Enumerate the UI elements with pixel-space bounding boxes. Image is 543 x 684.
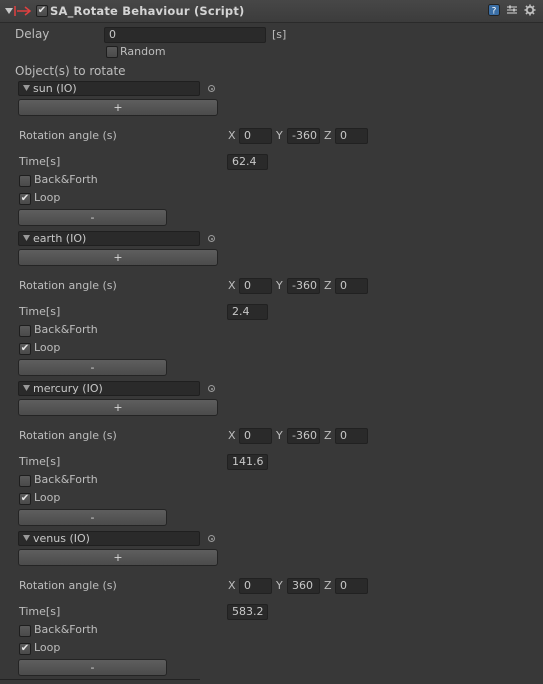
object-field-value: sun (IO) (33, 82, 77, 95)
loop-checkbox[interactable]: ✔ (19, 343, 31, 355)
object-field[interactable]: venus (IO) (18, 531, 200, 546)
presets-icon[interactable] (506, 4, 518, 16)
script-icon (14, 6, 32, 16)
gameobject-icon (23, 85, 30, 91)
gameobject-icon (23, 535, 30, 541)
loop-checkbox[interactable]: ✔ (19, 193, 31, 205)
rotation-angle-label: Rotation angle (s) (19, 579, 117, 592)
rotation-y-field[interactable]: -360 (287, 428, 320, 444)
object-field-value: venus (IO) (33, 532, 90, 545)
x-axis-label: X (228, 279, 236, 292)
gameobject-icon (23, 385, 30, 391)
back-and-forth-checkbox[interactable] (19, 325, 31, 337)
y-axis-label: Y (276, 279, 283, 292)
back-and-forth-checkbox[interactable] (19, 175, 31, 187)
rotation-y-field[interactable]: -360 (287, 128, 320, 144)
rotation-angle-label: Rotation angle (s) (19, 279, 117, 292)
back-and-forth-checkbox[interactable] (19, 475, 31, 487)
back-and-forth-label: Back&Forth (34, 323, 98, 336)
remove-object-button[interactable]: - (18, 509, 167, 526)
component-title: SA_Rotate Behaviour (Script) (50, 4, 245, 18)
rotation-angle-label: Rotation angle (s) (19, 129, 117, 142)
rotation-z-field[interactable]: 0 (335, 128, 368, 144)
z-axis-label: Z (324, 279, 332, 292)
gear-icon[interactable] (524, 4, 536, 16)
remove-object-button[interactable]: - (18, 659, 167, 676)
rotation-z-field[interactable]: 0 (335, 578, 368, 594)
object-picker-icon[interactable] (208, 85, 215, 92)
back-and-forth-checkbox[interactable] (19, 625, 31, 637)
rotation-x-field[interactable]: 0 (239, 128, 272, 144)
help-icon[interactable]: ? (488, 4, 500, 16)
time-field[interactable]: 2.4 (227, 304, 268, 320)
object-picker-icon[interactable] (208, 385, 215, 392)
objects-to-rotate-label: Object(s) to rotate (15, 64, 126, 78)
delay-field[interactable]: 0 (104, 27, 266, 43)
z-axis-label: Z (324, 579, 332, 592)
rotation-z-field[interactable]: 0 (335, 428, 368, 444)
x-axis-label: X (228, 579, 236, 592)
delay-unit: [s] (272, 28, 287, 41)
object-field[interactable]: earth (IO) (18, 231, 200, 246)
remove-object-button[interactable]: - (18, 209, 167, 226)
add-object-button[interactable]: + (18, 99, 218, 116)
add-object-button[interactable]: + (18, 249, 218, 266)
loop-label: Loop (34, 341, 61, 354)
y-axis-label: Y (276, 579, 283, 592)
add-object-button[interactable]: + (18, 549, 218, 566)
add-object-button[interactable]: + (18, 399, 218, 416)
rotation-x-field[interactable]: 0 (239, 428, 272, 444)
loop-label: Loop (34, 491, 61, 504)
loop-label: Loop (34, 191, 61, 204)
rotation-z-field[interactable]: 0 (335, 278, 368, 294)
object-field[interactable]: sun (IO) (18, 81, 200, 96)
gameobject-icon (23, 235, 30, 241)
back-and-forth-label: Back&Forth (34, 173, 98, 186)
foldout-arrow-icon[interactable] (5, 8, 13, 14)
time-label: Time[s] (19, 455, 61, 468)
rotation-x-field[interactable]: 0 (239, 578, 272, 594)
rotation-angle-label: Rotation angle (s) (19, 429, 117, 442)
x-axis-label: X (228, 429, 236, 442)
svg-text:?: ? (492, 7, 497, 17)
object-field-value: mercury (IO) (33, 382, 103, 395)
y-axis-label: Y (276, 429, 283, 442)
time-label: Time[s] (19, 155, 61, 168)
z-axis-label: Z (324, 129, 332, 142)
object-field-value: earth (IO) (33, 232, 87, 245)
time-label: Time[s] (19, 305, 61, 318)
random-checkbox[interactable] (106, 46, 118, 58)
rotation-y-field[interactable]: -360 (287, 278, 320, 294)
time-field[interactable]: 141.6 (227, 454, 268, 470)
next-object-field-edge (0, 679, 200, 684)
object-field[interactable]: mercury (IO) (18, 381, 200, 396)
object-picker-icon[interactable] (208, 535, 215, 542)
y-axis-label: Y (276, 129, 283, 142)
rotation-y-field[interactable]: 360 (287, 578, 320, 594)
remove-object-button[interactable]: - (18, 359, 167, 376)
back-and-forth-label: Back&Forth (34, 623, 98, 636)
component-enabled-checkbox[interactable]: ✔ (36, 5, 48, 17)
loop-label: Loop (34, 641, 61, 654)
loop-checkbox[interactable]: ✔ (19, 643, 31, 655)
loop-checkbox[interactable]: ✔ (19, 493, 31, 505)
random-label: Random (120, 45, 166, 58)
rotation-x-field[interactable]: 0 (239, 278, 272, 294)
back-and-forth-label: Back&Forth (34, 473, 98, 486)
x-axis-label: X (228, 129, 236, 142)
time-field[interactable]: 583.2 (227, 604, 268, 620)
z-axis-label: Z (324, 429, 332, 442)
delay-label: Delay (15, 27, 50, 41)
object-picker-icon[interactable] (208, 235, 215, 242)
time-field[interactable]: 62.4 (227, 154, 268, 170)
time-label: Time[s] (19, 605, 61, 618)
